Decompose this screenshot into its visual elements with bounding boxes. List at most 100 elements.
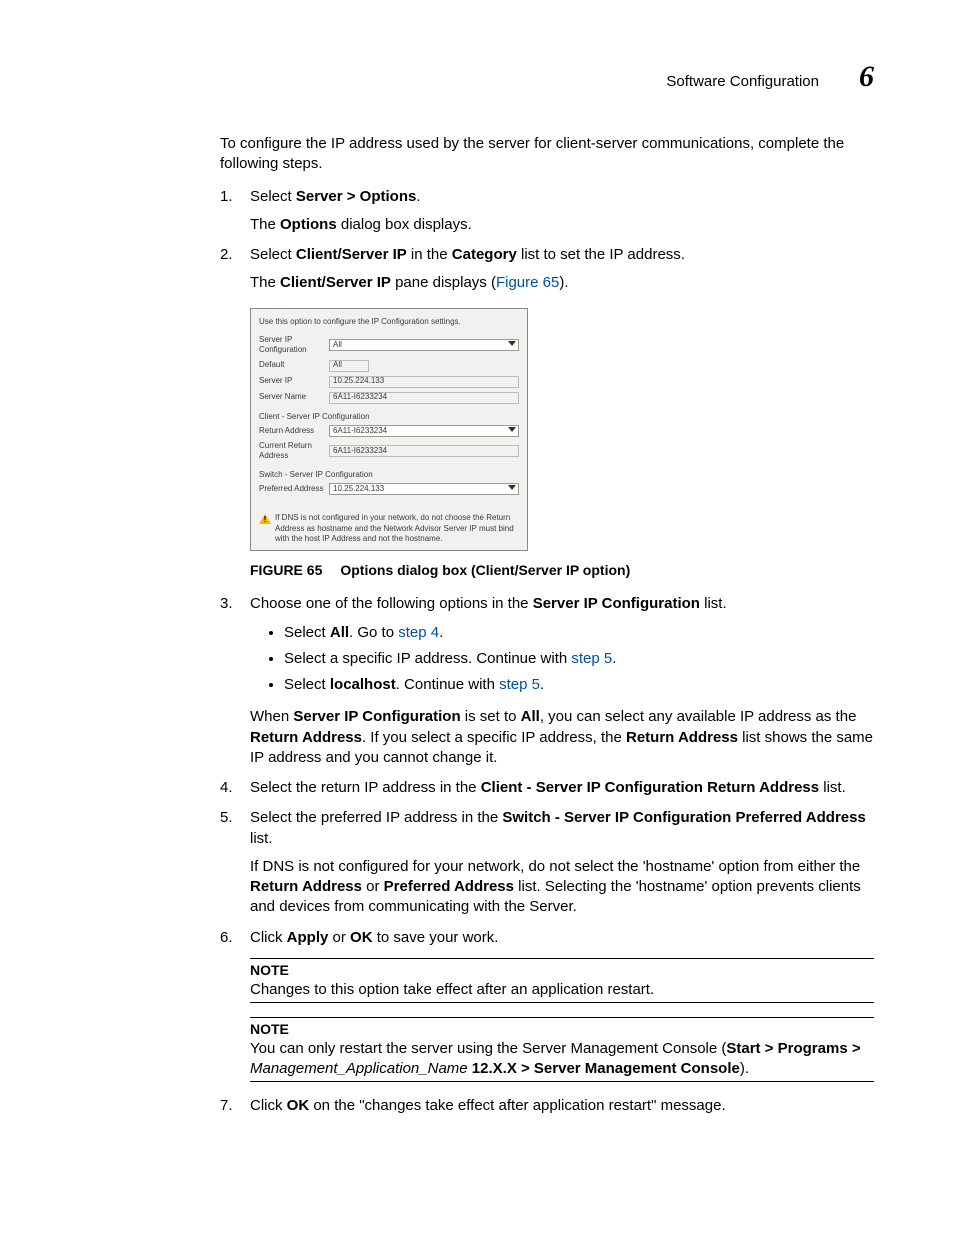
section-switch-server: Switch - Server IP Configuration xyxy=(259,470,519,480)
label: Return Address xyxy=(259,426,329,436)
step-6: Click Apply or OK to save your work. NOT… xyxy=(220,928,874,1083)
text: Select the preferred IP address in the xyxy=(250,809,502,826)
step-1: Select Server > Options. The Options dia… xyxy=(220,187,874,236)
text: . xyxy=(439,624,443,641)
intro-paragraph: To configure the IP address used by the … xyxy=(220,134,874,175)
text: You can only restart the server using th… xyxy=(250,1040,726,1057)
step-link[interactable]: step 5 xyxy=(571,650,612,667)
note-label: NOTE xyxy=(250,1020,874,1039)
step-4: Select the return IP address in the Clie… xyxy=(220,778,874,798)
step-3-para: When Server IP Configuration is set to A… xyxy=(250,707,874,768)
label: Preferred Address xyxy=(259,484,329,494)
chevron-down-icon xyxy=(508,427,516,432)
default-field: All xyxy=(329,360,369,372)
text: list to set the IP address. xyxy=(517,246,685,263)
label: Default xyxy=(259,360,329,370)
text: dialog box displays. xyxy=(337,216,472,233)
button-name: Apply xyxy=(287,929,329,946)
text: Select xyxy=(250,246,296,263)
value: 6A11-I6233234 xyxy=(333,426,387,436)
text: Click xyxy=(250,929,287,946)
page-header: Software Configuration 6 xyxy=(80,60,874,94)
label: Server Name xyxy=(259,392,329,402)
text: . Continue with xyxy=(396,676,499,693)
figure-title: Options dialog box (Client/Server IP opt… xyxy=(340,562,630,578)
field-name: Return Address xyxy=(250,878,362,895)
row-preferred-address: Preferred Address 10.25.224.133 xyxy=(259,483,519,495)
text: Choose one of the following options in t… xyxy=(250,595,533,612)
button-name: OK xyxy=(287,1097,310,1114)
text: to save your work. xyxy=(373,929,499,946)
rule xyxy=(250,958,874,959)
text: pane displays ( xyxy=(391,274,496,291)
row-server-name: Server Name 6A11-I6233234 xyxy=(259,392,519,404)
text: . Go to xyxy=(349,624,398,641)
app-name: Management_Application_Name xyxy=(250,1060,468,1077)
field-name: Preferred Address xyxy=(384,878,514,895)
return-address-dropdown[interactable]: 6A11-I6233234 xyxy=(329,425,519,437)
pane-name: Client/Server IP xyxy=(280,274,391,291)
category-name: Client/Server IP xyxy=(296,246,407,263)
text: When xyxy=(250,708,293,725)
dialog-name: Options xyxy=(280,216,337,233)
figure-number: FIGURE 65 xyxy=(250,562,322,578)
server-ip-config-dropdown[interactable]: All xyxy=(329,339,519,351)
text: in the xyxy=(407,246,452,263)
note-label: NOTE xyxy=(250,961,874,980)
field-name: Server IP Configuration xyxy=(293,708,460,725)
steps-list: Select Server > Options. The Options dia… xyxy=(220,187,874,1117)
list-name: Category xyxy=(452,246,517,263)
text: or xyxy=(362,878,384,895)
step-1-sub: The Options dialog box displays. xyxy=(250,215,874,235)
note-text: You can only restart the server using th… xyxy=(250,1039,874,1080)
section-client-server: Client - Server IP Configuration xyxy=(259,412,519,422)
chevron-down-icon xyxy=(508,485,516,490)
rule xyxy=(250,1081,874,1082)
step-link[interactable]: step 5 xyxy=(499,676,540,693)
value: 6A11-I6233234 xyxy=(333,446,387,456)
server-ip-field: 10.25.224.133 xyxy=(329,376,519,388)
text: If DNS is not configured for your networ… xyxy=(250,858,860,875)
chevron-down-icon xyxy=(508,341,516,346)
value: 10.25.224.133 xyxy=(333,376,384,386)
list-name: Switch - Server IP Configuration Preferr… xyxy=(502,809,865,826)
text: ). xyxy=(740,1060,749,1077)
list-name: Server IP Configuration xyxy=(533,595,700,612)
note-1: NOTE Changes to this option take effect … xyxy=(250,958,874,1003)
menu-path: Start > Programs > xyxy=(726,1040,860,1057)
text: . xyxy=(612,650,616,667)
text: Select xyxy=(284,676,330,693)
list-name: Client - Server IP Configuration Return … xyxy=(481,779,819,796)
step-5: Select the preferred IP address in the S… xyxy=(220,808,874,917)
rule xyxy=(250,1002,874,1003)
text: Click xyxy=(250,1097,287,1114)
text: or xyxy=(328,929,350,946)
note-2: NOTE You can only restart the server usi… xyxy=(250,1017,874,1082)
step-link[interactable]: step 4 xyxy=(398,624,439,641)
page: Software Configuration 6 To configure th… xyxy=(0,0,954,1235)
menu-path: 12.X.X > Server Management Console xyxy=(468,1060,740,1077)
current-return-field: 6A11-I6233234 xyxy=(329,445,519,457)
text: on the "changes take effect after applic… xyxy=(309,1097,725,1114)
step-7: Click OK on the "changes take effect aft… xyxy=(220,1096,874,1116)
text: list. xyxy=(700,595,727,612)
menu-path: Server > Options xyxy=(296,188,416,205)
step-3-options: Select All. Go to step 4. Select a speci… xyxy=(284,623,874,696)
row-current-return: Current Return Address 6A11-I6233234 xyxy=(259,441,519,462)
server-name-field: 6A11-I6233234 xyxy=(329,392,519,404)
figure-link[interactable]: Figure 65 xyxy=(496,274,559,291)
dialog-intro: Use this option to configure the IP Conf… xyxy=(259,317,519,327)
text: Select xyxy=(250,188,296,205)
label: Server IP xyxy=(259,376,329,386)
chapter-number: 6 xyxy=(859,60,874,94)
preferred-address-dropdown[interactable]: 10.25.224.133 xyxy=(329,483,519,495)
figure-caption: FIGURE 65 Options dialog box (Client/Serv… xyxy=(250,561,874,580)
text: ). xyxy=(559,274,568,291)
text: list. xyxy=(819,779,846,796)
option-name: All xyxy=(330,624,349,641)
value-name: All xyxy=(521,708,540,725)
row-default: Default All xyxy=(259,360,519,372)
label: Current Return Address xyxy=(259,441,329,462)
content: To configure the IP address used by the … xyxy=(220,134,874,1117)
row-server-ip-config: Server IP Configuration All xyxy=(259,335,519,356)
